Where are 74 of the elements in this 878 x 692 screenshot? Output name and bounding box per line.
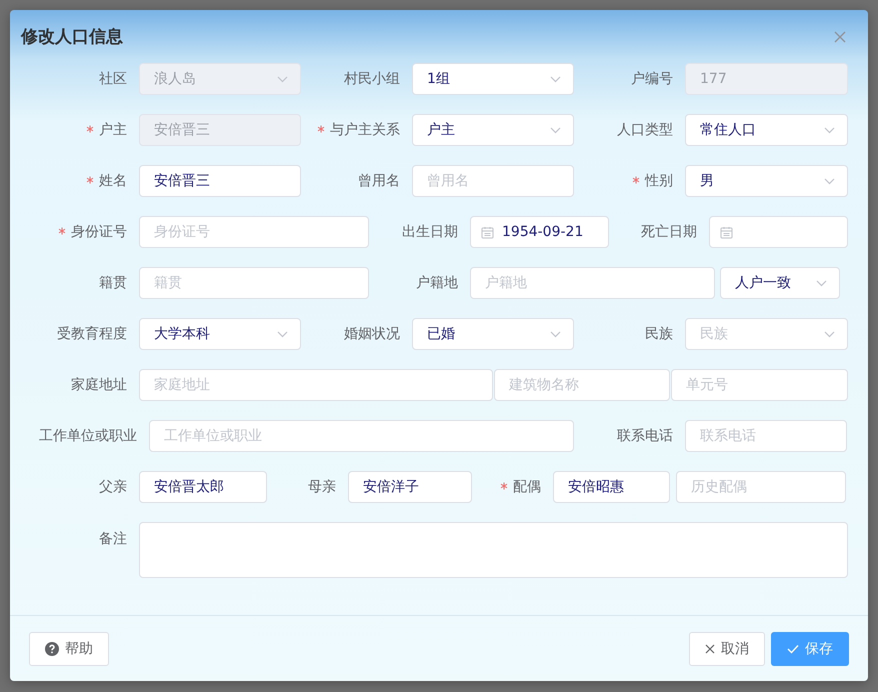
input-field[interactable]: 工作单位或职业: [149, 420, 574, 452]
calendar-icon: [481, 226, 494, 238]
field-label: 人口类型: [617, 121, 673, 139]
field-label: 身份证号: [71, 223, 127, 241]
close-icon[interactable]: [834, 30, 846, 42]
field-label: 死亡日期: [641, 223, 697, 241]
asterisk-icon: [86, 125, 94, 133]
select-field[interactable]: 民族: [685, 318, 848, 350]
select-field[interactable]: 男: [685, 165, 848, 197]
select-field[interactable]: 人户一致: [720, 267, 840, 299]
field-label: 母亲: [308, 478, 336, 496]
date-field[interactable]: [709, 216, 848, 248]
question-icon: [45, 642, 59, 656]
field-label: 户编号: [631, 70, 673, 88]
input-field[interactable]: 建筑物名称: [494, 369, 670, 401]
text-area[interactable]: [139, 522, 848, 578]
input-field[interactable]: 曾用名: [412, 165, 574, 197]
calendar-icon: [720, 226, 733, 238]
field-label: 配偶: [513, 478, 541, 496]
input-field[interactable]: 籍贯: [139, 267, 369, 299]
input-field[interactable]: 安倍洋子: [348, 471, 472, 503]
field-label: 联系电话: [617, 427, 673, 445]
field-label: 婚姻状况: [344, 325, 400, 343]
select-field[interactable]: 户主: [412, 114, 574, 146]
field-label: 籍贯: [99, 274, 127, 292]
input-field[interactable]: 历史配偶: [676, 471, 846, 503]
chevron-down-icon: [277, 331, 288, 338]
chevron-down-icon: [550, 127, 561, 134]
date-field[interactable]: 1954-09-21: [470, 216, 609, 248]
chevron-down-icon: [550, 331, 561, 338]
select-field[interactable]: 大学本科: [139, 318, 301, 350]
chevron-down-icon: [277, 76, 288, 83]
input-field[interactable]: 安倍晋三: [139, 165, 301, 197]
field-label: 村民小组: [344, 70, 400, 88]
field-label: 户籍地: [416, 274, 458, 292]
check-icon: [787, 644, 799, 654]
chevron-down-icon: [824, 178, 835, 185]
field-label: 备注: [99, 530, 127, 548]
field-label: 与户主关系: [330, 121, 400, 139]
save-button[interactable]: 保存: [771, 632, 849, 666]
asterisk-icon: [58, 227, 66, 235]
close-icon: [705, 644, 715, 654]
field-label: 出生日期: [402, 223, 458, 241]
input-field[interactable]: 安倍晋太郎: [139, 471, 267, 503]
chevron-down-icon: [824, 331, 835, 338]
chevron-down-icon: [816, 280, 827, 287]
select-field[interactable]: 1组: [412, 63, 574, 95]
asterisk-icon: [500, 482, 508, 490]
dialog-title: 修改人口信息: [21, 26, 123, 48]
asterisk-icon: [86, 176, 94, 184]
input-field[interactable]: 联系电话: [685, 420, 847, 452]
select-field[interactable]: 常住人口: [685, 114, 848, 146]
cancel-button[interactable]: 取消: [689, 632, 765, 666]
asterisk-icon: [632, 176, 640, 184]
input-field[interactable]: 身份证号: [139, 216, 369, 248]
field-label: 民族: [645, 325, 673, 343]
select-field[interactable]: 已婚: [412, 318, 574, 350]
input-field[interactable]: 户籍地: [470, 267, 715, 299]
input-field[interactable]: 单元号: [671, 369, 848, 401]
chevron-down-icon: [550, 76, 561, 83]
field-label: 受教育程度: [57, 325, 127, 343]
input-field[interactable]: 家庭地址: [139, 369, 493, 401]
chevron-down-icon: [824, 127, 835, 134]
field-label: 家庭地址: [71, 376, 127, 394]
input-field[interactable]: 安倍昭惠: [553, 471, 670, 503]
field-label: 姓名: [99, 172, 127, 190]
asterisk-icon: [317, 125, 325, 133]
field-label: 性别: [645, 172, 673, 190]
field-label: 社区: [99, 70, 127, 88]
field-label: 工作单位或职业: [39, 427, 137, 445]
help-button[interactable]: 帮助: [29, 632, 109, 666]
field-label: 户主: [99, 121, 127, 139]
field-label: 父亲: [99, 478, 127, 496]
field-label: 曾用名: [358, 172, 400, 190]
